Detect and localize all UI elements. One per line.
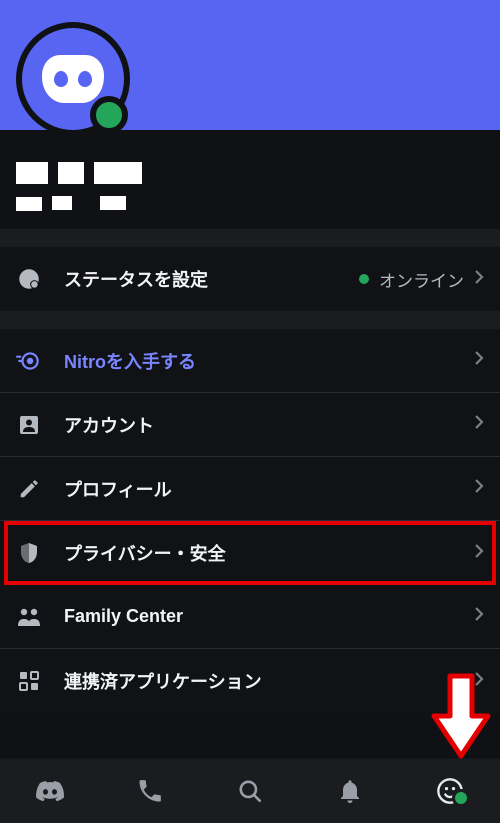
settings-section: Nitroを入手する アカウント プロフィール bbox=[0, 329, 500, 713]
account-icon bbox=[16, 412, 42, 438]
search-icon bbox=[237, 778, 263, 804]
nav-servers[interactable] bbox=[18, 767, 82, 815]
set-status-row[interactable]: ステータスを設定 オンライン bbox=[0, 247, 500, 311]
nitro-row[interactable]: Nitroを入手する bbox=[0, 329, 500, 393]
profile-row[interactable]: プロフィール bbox=[0, 457, 500, 521]
nav-search[interactable] bbox=[218, 767, 282, 815]
online-pip bbox=[452, 789, 470, 807]
section-divider bbox=[0, 311, 500, 329]
username bbox=[16, 194, 484, 211]
discord-icon bbox=[35, 779, 65, 803]
chevron-right-icon bbox=[474, 606, 484, 627]
chevron-right-icon bbox=[474, 543, 484, 564]
avatar[interactable] bbox=[16, 22, 130, 136]
status-section: ステータスを設定 オンライン bbox=[0, 247, 500, 311]
account-row[interactable]: アカウント bbox=[0, 393, 500, 457]
profile-name-area bbox=[0, 130, 500, 229]
status-icon bbox=[16, 266, 42, 292]
display-name bbox=[16, 162, 484, 184]
current-status-text: オンライン bbox=[379, 267, 464, 292]
pencil-icon bbox=[16, 476, 42, 502]
phone-friend-icon bbox=[136, 777, 164, 805]
status-dot-icon bbox=[359, 274, 369, 284]
nitro-label: Nitroを入手する bbox=[64, 348, 474, 374]
authorized-apps-label: 連携済アプリケーション bbox=[64, 668, 474, 694]
bell-icon bbox=[338, 778, 362, 804]
bottom-nav bbox=[0, 758, 500, 823]
nitro-icon bbox=[16, 348, 42, 374]
chevron-right-icon bbox=[474, 414, 484, 435]
privacy-safety-label: プライバシー・安全 bbox=[64, 540, 474, 566]
profile-banner bbox=[0, 0, 500, 130]
chevron-right-icon bbox=[474, 350, 484, 371]
nav-profile[interactable] bbox=[418, 767, 482, 815]
chevron-right-icon bbox=[474, 478, 484, 499]
account-label: アカウント bbox=[64, 412, 474, 438]
privacy-highlight: プライバシー・安全 bbox=[0, 521, 500, 585]
nav-friends[interactable] bbox=[118, 767, 182, 815]
current-status: オンライン bbox=[359, 267, 464, 292]
family-center-row[interactable]: Family Center bbox=[0, 585, 500, 649]
chevron-right-icon bbox=[474, 671, 484, 692]
chevron-right-icon bbox=[474, 269, 484, 290]
profile-label: プロフィール bbox=[64, 476, 474, 502]
section-divider bbox=[0, 229, 500, 247]
set-status-label: ステータスを設定 bbox=[64, 266, 359, 292]
status-dot-online bbox=[90, 96, 128, 134]
apps-icon bbox=[16, 668, 42, 694]
family-icon bbox=[16, 604, 42, 630]
privacy-safety-row[interactable]: プライバシー・安全 bbox=[0, 521, 500, 585]
discord-logo-icon bbox=[42, 55, 104, 103]
shield-icon bbox=[16, 540, 42, 566]
family-center-label: Family Center bbox=[64, 606, 474, 627]
nav-notifications[interactable] bbox=[318, 767, 382, 815]
authorized-apps-row[interactable]: 連携済アプリケーション bbox=[0, 649, 500, 713]
